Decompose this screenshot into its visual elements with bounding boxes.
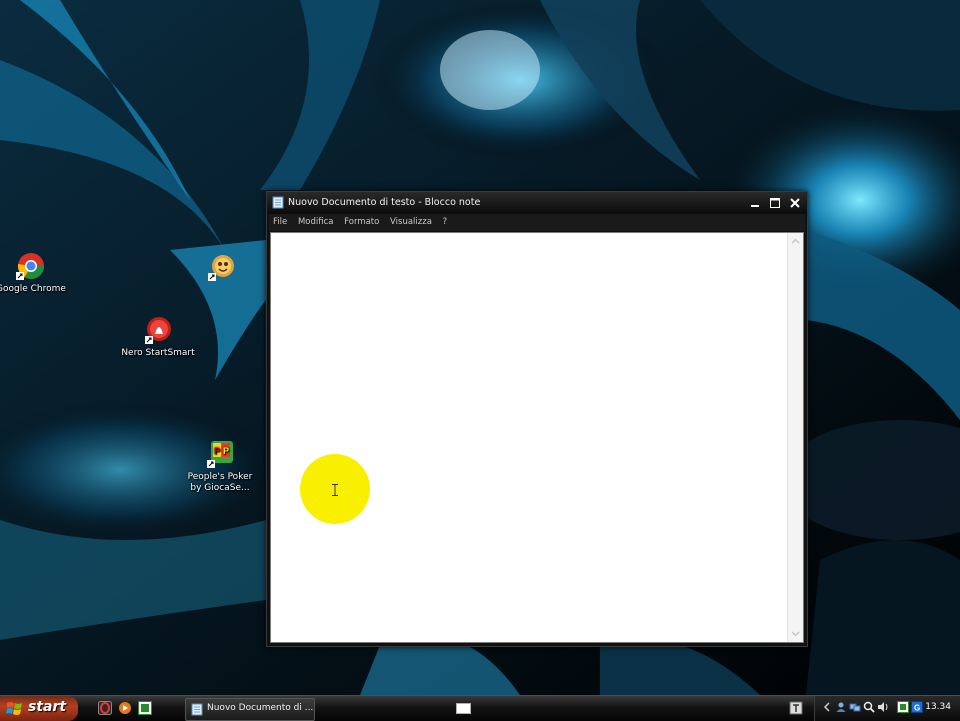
show-desktop-icon[interactable] — [456, 703, 471, 714]
network-tray-icon[interactable] — [849, 701, 861, 713]
menu-file[interactable]: File — [273, 217, 287, 227]
game-icon — [208, 255, 234, 281]
desktop-icon-label: Nero StartSmart — [121, 348, 195, 358]
taskbar-button-label: Nuovo Documento di ... — [207, 703, 314, 713]
opera-icon[interactable] — [98, 701, 112, 715]
blue-tray-icon[interactable]: G — [911, 701, 923, 713]
svg-text:G: G — [914, 704, 920, 713]
menu-bar: File Modifica Formato Visualizza ? — [269, 214, 805, 231]
scroll-up-icon[interactable] — [791, 237, 800, 246]
start-label: start — [28, 699, 67, 715]
minimize-button[interactable] — [747, 195, 763, 211]
desktop-icon-nero[interactable]: Nero StartSmart — [120, 314, 196, 359]
poker-icon: P P — [207, 441, 233, 468]
desktop-icon-label: Google Chrome — [0, 284, 66, 294]
chrome-icon — [16, 253, 45, 280]
system-tray: G 13.34 — [789, 696, 960, 721]
desktop-icon-game[interactable] — [183, 252, 259, 286]
desktop: Google Chrome Nero StartSmart P P People… — [0, 0, 960, 695]
green-app-icon[interactable] — [138, 701, 152, 715]
maximize-button[interactable] — [767, 195, 783, 211]
arrow-tray-icon[interactable] — [821, 701, 833, 713]
window-titlebar[interactable]: Nuovo Documento di testo - Blocco note — [267, 192, 807, 214]
clock[interactable]: 13.34 — [925, 702, 951, 712]
volume-tray-icon[interactable] — [877, 701, 889, 713]
ibeam-cursor-icon — [332, 484, 338, 496]
menu-formato[interactable]: Formato — [344, 217, 379, 227]
svg-text:P: P — [223, 446, 229, 456]
taskbar: start Nuovo Documento di ... G 13.34 — [0, 695, 960, 721]
taskbar-button-notepad[interactable]: Nuovo Documento di ... — [185, 698, 315, 721]
keyboard-layout-icon[interactable] — [789, 701, 803, 715]
start-button[interactable]: start — [0, 696, 78, 721]
window-title: Nuovo Documento di testo - Blocco note — [288, 197, 481, 208]
nero-icon — [145, 317, 171, 344]
menu-help[interactable]: ? — [443, 217, 448, 227]
cursor-highlight — [300, 454, 370, 524]
menu-visualizza[interactable]: Visualizza — [390, 217, 432, 227]
notepad-window: Nuovo Documento di testo - Blocco note F… — [266, 191, 808, 647]
desktop-icon-poker[interactable]: P P People's Poker by GiocaSe... — [182, 438, 258, 494]
desktop-icon-chrome[interactable]: Google Chrome — [0, 250, 69, 295]
notepad-icon — [272, 196, 284, 209]
text-editor[interactable] — [270, 232, 804, 643]
scroll-down-icon[interactable] — [791, 629, 800, 638]
vertical-scrollbar[interactable] — [787, 233, 803, 642]
green-tray-icon[interactable] — [897, 701, 909, 713]
notepad-icon — [191, 703, 203, 716]
menu-modifica[interactable]: Modifica — [298, 217, 334, 227]
desktop-icon-label: People's Poker by GiocaSe... — [187, 472, 253, 493]
user-tray-icon[interactable] — [835, 701, 847, 713]
svg-text:P: P — [214, 446, 220, 456]
search-tray-icon[interactable] — [863, 701, 875, 713]
close-button[interactable] — [787, 195, 803, 211]
windows-logo-icon — [6, 702, 22, 715]
media-player-icon[interactable] — [118, 701, 132, 715]
